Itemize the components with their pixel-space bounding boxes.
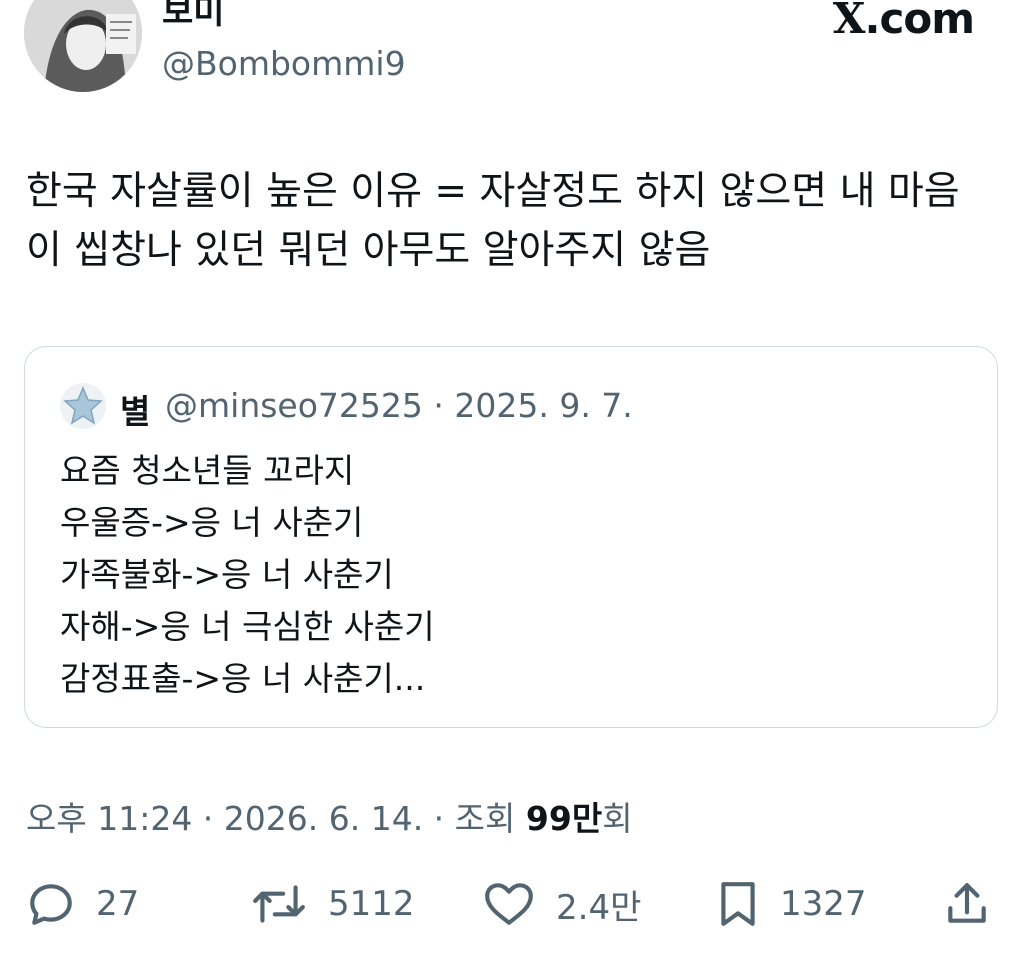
tweet-timestamp[interactable]: 오후 11:24 · 2026. 6. 14. · 조회 99만회 xyxy=(26,792,633,840)
brand-suffix: .com xyxy=(864,0,975,43)
author-avatar[interactable] xyxy=(24,0,142,92)
views-count: 99 xyxy=(525,799,572,838)
repost-icon xyxy=(250,879,308,929)
quoted-line: 자해->응 너 극심한 사춘기 xyxy=(60,607,435,646)
reply-button[interactable]: 27 xyxy=(26,874,139,934)
views-unit: 만 xyxy=(571,799,603,838)
quoted-author-meta: @minseo72525 · 2025. 9. 7. xyxy=(165,386,633,425)
views-suffix: 회 xyxy=(602,799,633,838)
quoted-line: 요즘 청소년들 꼬라지 xyxy=(60,451,355,490)
timestamp-text: 오후 11:24 · 2026. 6. 14. · 조회 xyxy=(26,799,526,838)
quoted-line: 가족불화->응 너 사춘기 xyxy=(60,555,394,594)
reply-icon xyxy=(26,879,76,929)
quoted-line: 감정표출->응 너 사춘기... xyxy=(60,659,426,698)
bookmark-count: 1327 xyxy=(780,884,867,924)
bookmark-button[interactable]: 1327 xyxy=(716,874,867,934)
tweet-line: 한국 자살률이 높은 이유 = 자살정도 하지 않으면 내 마음 xyxy=(26,169,960,214)
share-button[interactable] xyxy=(942,874,992,934)
author-handle[interactable]: @Bombommi9 xyxy=(162,44,406,83)
share-icon xyxy=(942,879,992,929)
bookmark-icon xyxy=(716,879,760,929)
action-bar: 27 5112 2.4만 1327 xyxy=(0,874,1024,934)
quoted-tweet-text: 요즘 청소년들 꼬라지 우울증->응 너 사춘기 가족불화->응 너 사춘기 자… xyxy=(60,445,435,705)
quoted-author-avatar xyxy=(60,383,106,429)
like-button[interactable]: 2.4만 xyxy=(482,874,641,934)
heart-icon xyxy=(482,879,536,929)
quoted-author-name: 별 xyxy=(120,392,151,431)
x-com-logo: X.com xyxy=(832,0,975,43)
reply-count: 27 xyxy=(96,884,140,924)
tweet-line: 이 씹창나 있던 뭐던 아무도 알아주지 않음 xyxy=(26,228,711,273)
author-display-name[interactable]: 보미 xyxy=(162,0,225,33)
tweet-text: 한국 자살률이 높은 이유 = 자살정도 하지 않으면 내 마음 이 씹창나 있… xyxy=(26,162,1006,280)
repost-button[interactable]: 5112 xyxy=(250,874,415,934)
quoted-line: 우울증->응 너 사춘기 xyxy=(60,503,364,542)
quoted-tweet-card[interactable]: 별 @minseo72525 · 2025. 9. 7. 요즘 청소년들 꼬라지… xyxy=(24,346,998,728)
x-logo-icon: X xyxy=(832,0,866,43)
repost-count: 5112 xyxy=(328,884,415,924)
like-count: 2.4만 xyxy=(556,887,642,928)
